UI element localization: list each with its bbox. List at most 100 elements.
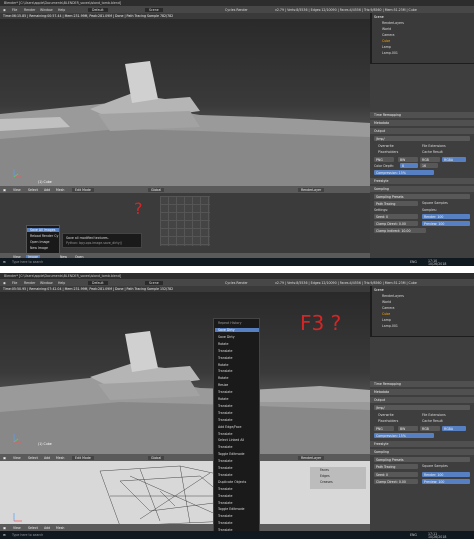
compression-slider[interactable]: Compression: 15% [374, 170, 434, 175]
outliner-world-2[interactable]: World [382, 300, 391, 304]
menu-help[interactable]: Help [58, 8, 65, 12]
panel-sampling[interactable]: Sampling [370, 186, 474, 192]
path-tracing-selector[interactable]: Path Tracing [374, 201, 418, 206]
mode-selector[interactable]: Edit Mode [72, 187, 94, 192]
taskbar-date-2[interactable]: 10/26/2018 [428, 535, 446, 539]
panel-output-2[interactable]: Output [370, 397, 474, 403]
history-item[interactable]: Add Edge/Face [218, 425, 242, 429]
history-item[interactable]: Translate [218, 432, 232, 436]
history-item[interactable]: Save Dirty [218, 335, 235, 339]
cache-result-checkbox[interactable]: Cache Result [422, 150, 443, 154]
history-item[interactable]: Rotate [218, 376, 228, 380]
history-item[interactable]: Save Dirty [215, 328, 259, 332]
vp-menu-view-2[interactable]: View [13, 456, 21, 460]
file-extensions-checkbox-2[interactable]: File Extensions [422, 413, 446, 417]
panel-time-remapping[interactable]: Time Remapping [370, 112, 474, 118]
outliner-lamp[interactable]: Lamp [382, 45, 391, 49]
history-item[interactable]: Translate [218, 487, 232, 491]
render-engine-2[interactable]: Cycles Render [225, 281, 248, 285]
seed-field-2[interactable]: Seed: 0 [374, 472, 418, 477]
vp-menu-add-2[interactable]: Add [44, 456, 50, 460]
vp-menu-view[interactable]: View [13, 188, 21, 192]
faces-toggle[interactable]: Faces [320, 468, 329, 472]
outliner-scene[interactable]: Scene [374, 15, 384, 19]
outliner-world[interactable]: World [382, 27, 391, 31]
taskbar-search[interactable]: Type here to search [12, 260, 43, 264]
editor-type-icon-3[interactable]: ▣ [3, 526, 6, 530]
outliner-lamp-001-2[interactable]: Lamp.001 [382, 324, 398, 328]
panel-freestyle-2[interactable]: Freestyle [370, 441, 474, 447]
menu-render-2[interactable]: Render [24, 281, 35, 285]
editor-type-icon[interactable]: ▣ [3, 188, 6, 192]
wireframe-view[interactable]: Faces Edges Creases [0, 461, 370, 531]
bw-button[interactable]: BW [398, 157, 418, 162]
panel-sampling-2[interactable]: Sampling [370, 449, 474, 455]
cache-result-checkbox-2[interactable]: Cache Result [422, 419, 443, 423]
render-samples-field[interactable]: Render: 100 [422, 214, 470, 219]
mode-selector-2[interactable]: Edit Mode [72, 455, 94, 460]
history-item[interactable]: Translate [218, 411, 232, 415]
panel-metadata[interactable]: Metadata [370, 120, 474, 126]
edges-toggle[interactable]: Edges [320, 474, 330, 478]
history-item[interactable]: Toggle Editmode [218, 452, 244, 456]
layout-selector[interactable]: Default [88, 7, 108, 12]
render-engine[interactable]: Cycles Render [225, 8, 248, 12]
rgba-button-2[interactable]: RGBA [442, 426, 466, 431]
panel-metadata-2[interactable]: Metadata [370, 389, 474, 395]
history-item[interactable]: Translate [218, 521, 232, 525]
menu-window[interactable]: Window [40, 8, 53, 12]
layout-selector-2[interactable]: Default [88, 280, 108, 285]
history-item[interactable]: Resize [218, 383, 228, 387]
history-item[interactable]: Translate [218, 514, 232, 518]
color-depth-8[interactable]: 8 [400, 163, 418, 168]
outliner-camera[interactable]: Camera [382, 33, 395, 37]
windows-start-icon-2[interactable]: ⊞ [3, 533, 6, 537]
outliner-lamp-2[interactable]: Lamp [382, 318, 391, 322]
history-item[interactable]: Translate [218, 349, 232, 353]
rgb-button-2[interactable]: RGB [420, 426, 440, 431]
preview-samples-field-2[interactable]: Preview: 100 [422, 479, 470, 484]
file-extensions-checkbox[interactable]: File Extensions [422, 144, 446, 148]
panel-time-remapping-2[interactable]: Time Remapping [370, 381, 474, 387]
menu-help-2[interactable]: Help [58, 281, 65, 285]
menu-window-2[interactable]: Window [40, 281, 53, 285]
history-item[interactable]: Translate [218, 356, 232, 360]
path-tracing-selector-2[interactable]: Path Tracing [374, 464, 418, 469]
history-item[interactable]: Translate [218, 473, 232, 477]
windows-start-icon[interactable]: ⊞ [3, 260, 6, 264]
editor-type-icon-2[interactable]: ▣ [3, 456, 6, 460]
vp-menu-select[interactable]: Select [28, 188, 38, 192]
menu-file-2[interactable]: File [12, 281, 17, 285]
history-item[interactable]: Translate [218, 501, 232, 505]
clamp-direct-field[interactable]: Clamp Direct: 0.00 [374, 221, 418, 226]
outliner-renderlayers[interactable]: RenderLayers [382, 21, 404, 25]
preview-samples-field[interactable]: Preview: 100 [422, 221, 470, 226]
menu-item-open-image[interactable]: Open Image [30, 240, 50, 244]
render-layer-selector[interactable]: RenderLayer [298, 187, 325, 192]
outliner-lamp-001[interactable]: Lamp.001 [382, 51, 398, 55]
outliner-renderlayers-2[interactable]: RenderLayers [382, 294, 404, 298]
output-path-field-2[interactable]: /tmp/ [374, 405, 470, 410]
format-selector-2[interactable]: PNG [374, 426, 394, 431]
history-item[interactable]: Translate [218, 494, 232, 498]
history-item[interactable]: Translate [218, 459, 232, 463]
outliner-camera-2[interactable]: Camera [382, 306, 395, 310]
sampling-presets[interactable]: Sampling Presets [374, 194, 470, 199]
clamp-direct-field-2[interactable]: Clamp Direct: 0.00 [374, 479, 418, 484]
creases-toggle[interactable]: Creases [320, 480, 333, 484]
vp3-menu-view[interactable]: View [13, 526, 21, 530]
taskbar-lang[interactable]: ENG [410, 260, 417, 264]
menu-render[interactable]: Render [24, 8, 35, 12]
history-item[interactable]: Translate [218, 466, 232, 470]
sampling-presets-2[interactable]: Sampling Presets [374, 457, 470, 462]
taskbar-search-2[interactable]: Type here to search [12, 533, 43, 537]
placeholders-checkbox[interactable]: Placeholders [378, 150, 398, 154]
menu-item-reload[interactable]: Reload Render Cy [30, 234, 58, 238]
image-editor[interactable]: ? Save All Images Reload Render Cy Open … [0, 193, 370, 254]
square-samples-checkbox[interactable]: Square Samples [422, 201, 448, 205]
history-item[interactable]: Translate [218, 390, 232, 394]
seed-field[interactable]: Seed: 0 [374, 214, 418, 219]
history-item[interactable]: Translate [218, 445, 232, 449]
rgba-button[interactable]: RGBA [442, 157, 466, 162]
history-item[interactable]: Select Linked All [218, 438, 244, 442]
